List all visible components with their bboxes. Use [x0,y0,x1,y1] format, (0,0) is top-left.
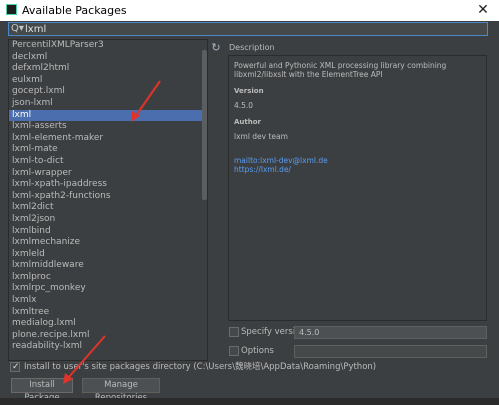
available-packages-dialog: Available Packages ✕ Q▾ PercentilXMLPars… [0,0,499,405]
annotation-arrows [63,80,161,384]
annotation-arrow-to-install [63,335,106,384]
annotation-arrow-to-lxml [131,80,161,122]
